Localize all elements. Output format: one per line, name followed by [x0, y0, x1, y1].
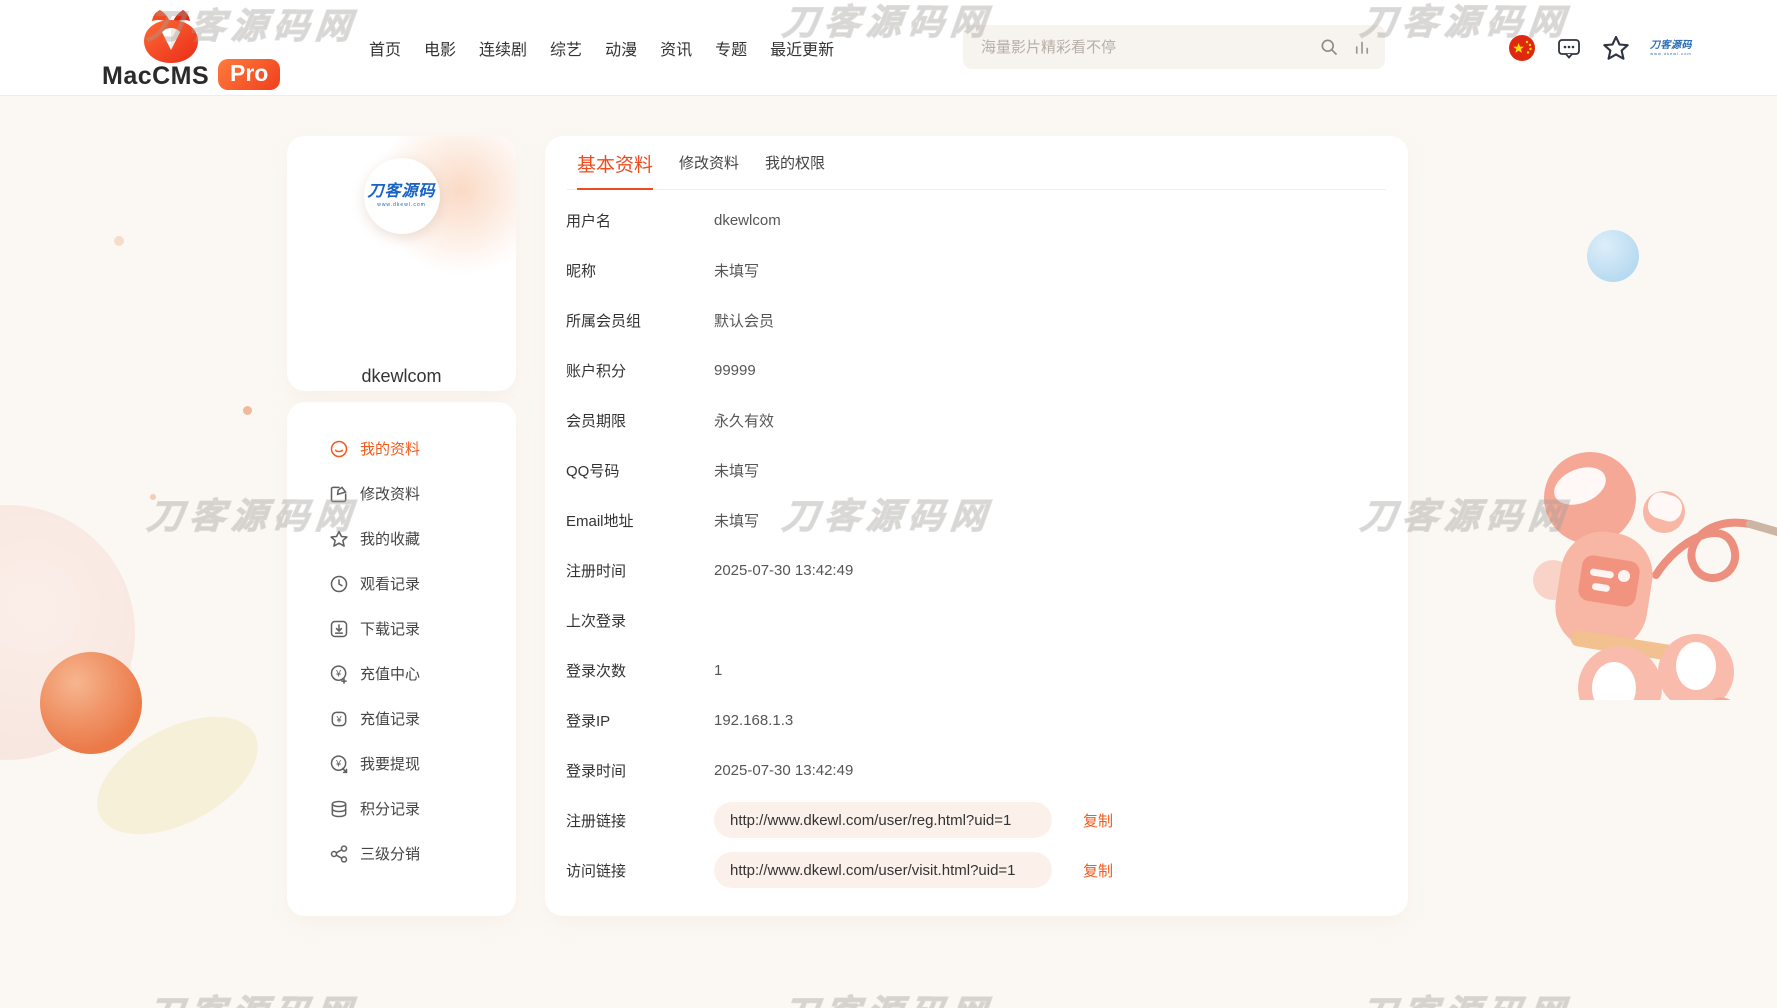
astronaut-illustration [1528, 420, 1777, 700]
dot-decoration [243, 406, 252, 415]
share-icon [329, 844, 349, 864]
message-icon[interactable] [1556, 35, 1582, 61]
nav-item-anime[interactable]: 动漫 [605, 36, 637, 60]
brand-name: MacCMS [102, 62, 209, 91]
register-link-input[interactable] [714, 802, 1052, 838]
svg-text:¥: ¥ [335, 758, 342, 768]
star-icon[interactable] [1602, 34, 1630, 62]
svg-text:¥: ¥ [335, 714, 342, 724]
username: dkewlcom [287, 366, 516, 387]
avatar-logo-text: 刀客源码 [367, 184, 435, 200]
field-row-member-group: 所属会员组 默认会员 [545, 295, 1408, 345]
watermark: 刀客源码网 [780, 985, 995, 1008]
copy-visit-link-button[interactable]: 复制 [1083, 860, 1113, 881]
blue-circle-decoration [1587, 230, 1639, 282]
field-row-nickname: 昵称 未填写 [545, 245, 1408, 295]
sidebar-item-distribution[interactable]: 三级分销 [287, 831, 516, 876]
svg-text:¥: ¥ [335, 668, 342, 678]
field-row-login-count: 登录次数 1 [545, 645, 1408, 695]
watermark: 刀客源码网 [145, 985, 360, 1008]
tabbar: 基本资料 修改资料 我的权限 [567, 136, 1386, 190]
trending-bars-icon[interactable] [1353, 38, 1371, 56]
field-row-login-time: 登录时间 2025-07-30 13:42:49 [545, 745, 1408, 795]
avatar[interactable]: 刀客源码 www.dkewl.com [364, 158, 440, 234]
profile-face-icon [329, 439, 349, 459]
pink-blob-decoration [0, 505, 135, 760]
field-row-register-time: 注册时间 2025-07-30 13:42:49 [545, 545, 1408, 595]
copy-register-link-button[interactable]: 复制 [1083, 810, 1113, 831]
nav-item-series[interactable]: 连续剧 [479, 36, 527, 60]
dot-decoration [114, 236, 124, 246]
field-row-visit-link: 访问链接 复制 [545, 845, 1408, 895]
field-row-email: Email地址 未填写 [545, 495, 1408, 545]
sidebar-item-withdraw[interactable]: ¥ 我要提现 [287, 741, 516, 786]
search-icon[interactable] [1319, 37, 1339, 57]
avatar-logo-url: www.dkewl.com [377, 203, 426, 208]
withdraw-icon: ¥ [329, 754, 349, 774]
profile-detail-panel: 基本资料 修改资料 我的权限 用户名 dkewlcom 昵称 未填写 所属会员组… [545, 136, 1408, 916]
star-icon [329, 529, 349, 549]
field-row-member-term: 会员期限 永久有效 [545, 395, 1408, 445]
china-flag-icon[interactable] [1508, 34, 1536, 62]
sidebar-item-recharge-center[interactable]: ¥ 充值中心 [287, 651, 516, 696]
strawberry-logo-icon [138, 6, 204, 64]
field-rows: 用户名 dkewlcom 昵称 未填写 所属会员组 默认会员 账户积分 9999… [545, 195, 1408, 895]
orange-sphere-decoration [40, 652, 142, 754]
header-icons: 刀客源码 www.dkewl.com [1508, 0, 1692, 96]
sidebar-item-recharge-record[interactable]: ¥ 充值记录 [287, 696, 516, 741]
sidebar-item-favorites[interactable]: 我的收藏 [287, 516, 516, 561]
search-input[interactable] [963, 39, 1319, 56]
main-nav: 首页 电影 连续剧 综艺 动漫 资讯 专题 最近更新 [369, 0, 834, 96]
recharge-center-icon: ¥ [329, 664, 349, 684]
site-logo[interactable]: MacCMS Pro [100, 4, 290, 94]
field-row-last-login: 上次登录 [545, 595, 1408, 645]
nav-item-movies[interactable]: 电影 [424, 36, 456, 60]
profile-card: 刀客源码 www.dkewl.com dkewlcom 升级会员 99999 我… [287, 136, 516, 391]
edit-icon [329, 484, 349, 504]
field-row-register-link: 注册链接 复制 [545, 795, 1408, 845]
field-row-account-points: 账户积分 99999 [545, 345, 1408, 395]
field-row-login-ip: 登录IP 192.168.1.3 [545, 695, 1408, 745]
recharge-record-icon: ¥ [329, 709, 349, 729]
field-row-username: 用户名 dkewlcom [545, 195, 1408, 245]
dkewl-mini-logo[interactable]: 刀客源码 www.dkewl.com [1650, 41, 1692, 56]
field-row-qq: QQ号码 未填写 [545, 445, 1408, 495]
brand-badge: Pro [218, 59, 280, 90]
nav-item-topics[interactable]: 专题 [715, 36, 747, 60]
tab-basic-info[interactable]: 基本资料 [577, 150, 653, 189]
nav-item-recent[interactable]: 最近更新 [770, 36, 834, 60]
visit-link-input[interactable] [714, 852, 1052, 888]
download-icon [329, 619, 349, 639]
nav-item-home[interactable]: 首页 [369, 36, 401, 60]
dot-decoration [150, 494, 156, 500]
nav-item-variety[interactable]: 综艺 [550, 36, 582, 60]
sidebar-item-points-record[interactable]: 积分记录 [287, 786, 516, 831]
nav-item-news[interactable]: 资讯 [660, 36, 692, 60]
sidebar-item-edit-profile[interactable]: 修改资料 [287, 471, 516, 516]
sidebar-item-download-history[interactable]: 下载记录 [287, 606, 516, 651]
tab-edit-info[interactable]: 修改资料 [679, 152, 739, 189]
watermark: 刀客源码网 [1358, 985, 1573, 1008]
search-bar [963, 25, 1385, 69]
dot-decoration [1533, 560, 1573, 600]
points-record-icon [329, 799, 349, 819]
yellow-blob-decoration [78, 692, 277, 858]
tab-my-permissions[interactable]: 我的权限 [765, 152, 825, 189]
clock-icon [329, 574, 349, 594]
sidebar-item-watch-history[interactable]: 观看记录 [287, 561, 516, 606]
sidebar-menu: 我的资料 修改资料 我的收藏 观看记录 [287, 402, 516, 916]
sidebar-item-my-profile[interactable]: 我的资料 [287, 426, 516, 471]
top-navbar: MacCMS Pro 首页 电影 连续剧 综艺 动漫 资讯 专题 最近更新 [0, 0, 1777, 96]
